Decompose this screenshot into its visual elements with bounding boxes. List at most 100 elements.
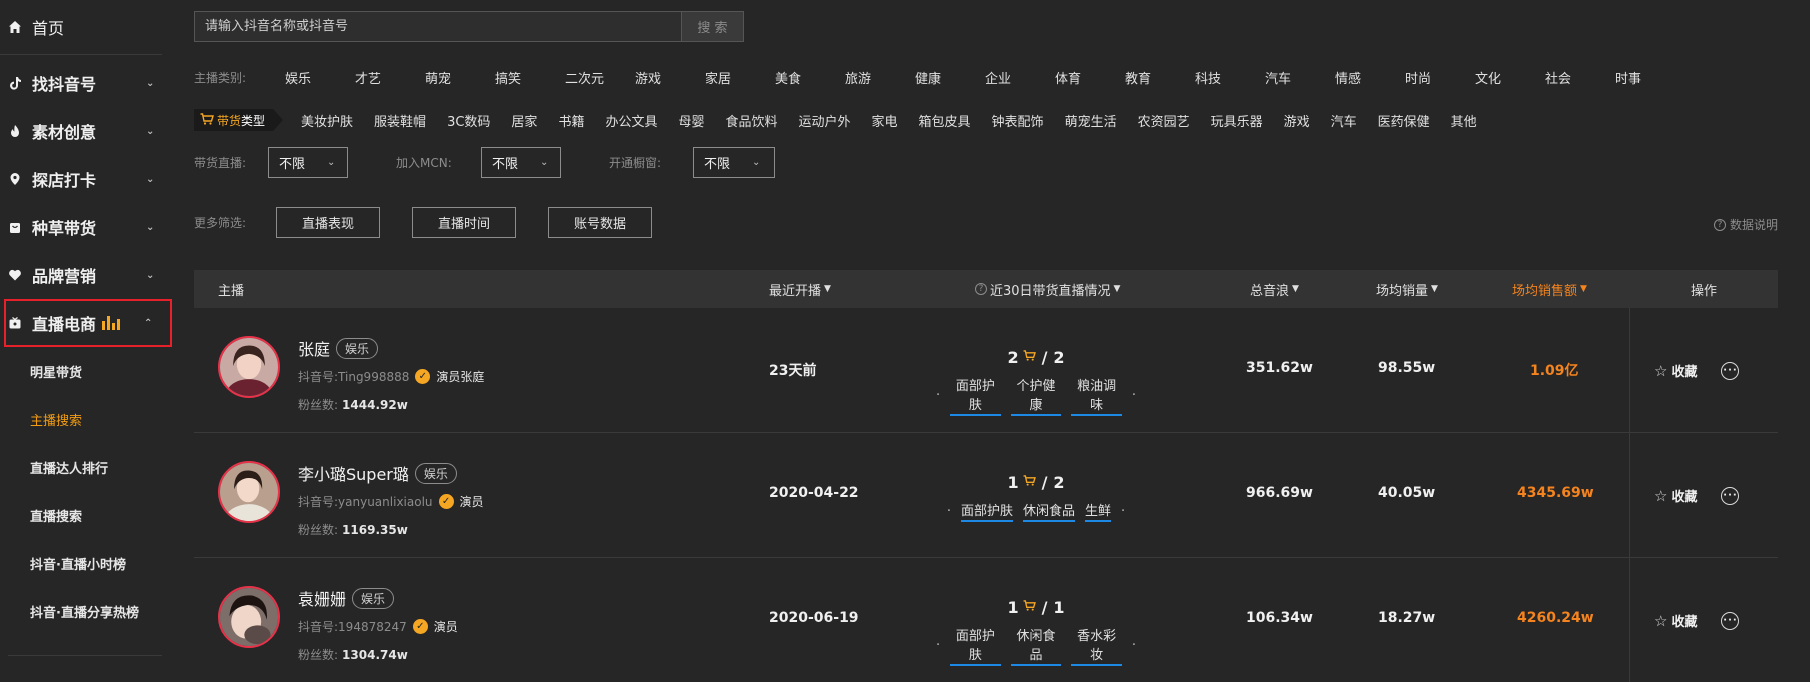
live-category-link[interactable]: 休闲食品 (1022, 500, 1075, 522)
avatar[interactable] (218, 336, 280, 398)
more-filter-button[interactable]: 直播表现 (276, 207, 380, 238)
mcn-select[interactable]: 不限 ⌄ (481, 147, 561, 178)
goods-type-option[interactable]: 美妆护肤 (301, 111, 353, 130)
col-avg-sales[interactable]: 场均销量 ▼ (1376, 280, 1438, 299)
verified-icon: ✓ (438, 494, 454, 509)
table-row[interactable]: 张庭 娱乐 抖音号:Ting998888 ✓ 演员张庭 粉丝数: 1444.92w 23天前 2… (194, 308, 1778, 433)
live-category-link[interactable]: 粮油调味 (1071, 375, 1122, 416)
live-goods-select[interactable]: 不限 ⌄ (268, 147, 348, 178)
live-category-link[interactable]: 休闲食品 (1010, 625, 1062, 666)
sidebar-sub-item[interactable]: 抖音·直播小时榜 (0, 539, 174, 587)
goods-type-option[interactable]: 农资园艺 (1138, 111, 1190, 130)
avatar[interactable] (218, 461, 280, 523)
nav-group-seeding[interactable]: 种草带货 ⌄ (0, 203, 174, 251)
more-options-icon[interactable]: ··· (1721, 486, 1740, 505)
live-category-link[interactable]: 面部护肤 (950, 375, 1001, 416)
avatar[interactable] (218, 586, 280, 648)
nav-group-label: 找抖音号 (32, 75, 97, 94)
live-category-link[interactable]: 面部护肤 (960, 500, 1013, 522)
anchor-category-option[interactable]: 萌宠 (425, 68, 495, 87)
favorite-button[interactable]: ☆ 收藏 (1654, 486, 1697, 506)
anchor-category-option[interactable]: 时事 (1615, 68, 1685, 87)
search-input[interactable] (194, 11, 682, 42)
col-live30[interactable]: ? 近30日带货直播情况 ▼ (975, 280, 1120, 299)
anchor-category-option[interactable]: 汽车 (1265, 68, 1335, 87)
chevron-down-icon: ⌄ (146, 126, 155, 137)
sidebar: 首页 找抖音号 ⌄ 素材创意 ⌄ 探店打卡 ⌄ 种草带货 ⌄ 品牌营销 ⌄ 直播… (0, 0, 174, 682)
goods-type-option[interactable]: 服装鞋帽 (374, 111, 426, 130)
anchor-category-option[interactable]: 社会 (1545, 68, 1615, 87)
anchor-name[interactable]: 张庭 (298, 336, 330, 360)
goods-type-option[interactable]: 玩具乐器 (1211, 111, 1263, 130)
goods-type-option[interactable]: 钟表配饰 (992, 111, 1044, 130)
col-total-sound[interactable]: 总音浪 ▼ (1250, 280, 1299, 299)
live-category-link[interactable]: 个护健康 (1010, 375, 1062, 416)
avg-amount: 4345.69w (1517, 485, 1594, 501)
window-select[interactable]: 不限 ⌄ (693, 147, 775, 178)
search-button[interactable]: 搜 索 (682, 11, 744, 42)
goods-type-option[interactable]: 办公文具 (605, 111, 657, 130)
live-separator: / (1041, 598, 1048, 617)
sidebar-sub-item-current[interactable]: 主播搜索 (0, 395, 174, 443)
more-options-icon[interactable]: ··· (1721, 361, 1740, 380)
nav-group-live-commerce[interactable]: 直播电商 ⌃ (4, 299, 172, 347)
live-30-days: 2/2 · 面部护肤 个护健康 粮油调味 · (936, 348, 1136, 416)
col-avg-amount[interactable]: 场均销售额 ▼ (1512, 280, 1587, 299)
anchor-category-option[interactable]: 娱乐 (285, 68, 355, 87)
anchor-category-option[interactable]: 时尚 (1405, 68, 1475, 87)
anchor-name[interactable]: 袁姗姗 (298, 586, 346, 610)
more-filter-button[interactable]: 直播时间 (412, 207, 516, 238)
goods-type-option[interactable]: 居家 (511, 111, 537, 130)
more-options-icon[interactable]: ··· (1721, 611, 1740, 630)
anchor-category-option[interactable]: 游戏 (635, 68, 705, 87)
sidebar-sub-item[interactable]: 明星带货 (0, 347, 174, 395)
goods-type-option[interactable]: 食品饮料 (725, 111, 777, 130)
goods-type-option[interactable]: 其他 (1451, 111, 1477, 130)
nav-home[interactable]: 首页 (0, 0, 162, 55)
live-category-link[interactable]: 香水彩妆 (1071, 625, 1122, 666)
table-row[interactable]: 李小璐Super璐 娱乐 抖音号:yanyuanlixiaolu ✓ 演员 粉丝数: 116… (194, 433, 1778, 558)
anchor-category-option[interactable]: 二次元 (565, 68, 635, 87)
goods-type-option[interactable]: 医药保健 (1378, 111, 1430, 130)
anchor-category-option[interactable]: 情感 (1335, 68, 1405, 87)
sidebar-sub-item[interactable]: 抖音·直播分享热榜 (0, 587, 174, 635)
goods-type-option[interactable]: 萌宠生活 (1065, 111, 1117, 130)
favorite-button[interactable]: ☆ 收藏 (1654, 611, 1697, 631)
nav-group-store-visit[interactable]: 探店打卡 ⌄ (0, 155, 174, 203)
nav-group-find-douyin[interactable]: 找抖音号 ⌄ (0, 59, 174, 107)
anchor-name[interactable]: 李小璐Super璐 (298, 461, 409, 485)
table-row[interactable]: 袁姗姗 娱乐 抖音号:194878247 ✓ 演员 粉丝数: 1304.74w 2020-06… (194, 558, 1778, 682)
favorite-button[interactable]: ☆ 收藏 (1654, 361, 1697, 381)
nav-group-creative[interactable]: 素材创意 ⌄ (0, 107, 174, 155)
goods-type-option[interactable]: 游戏 (1284, 111, 1310, 130)
anchor-category-option[interactable]: 搞笑 (495, 68, 565, 87)
goods-type-option[interactable]: 母婴 (678, 111, 704, 130)
goods-type-option[interactable]: 运动户外 (799, 111, 851, 130)
anchor-category-option[interactable]: 文化 (1475, 68, 1545, 87)
verify-label: 演员 (433, 620, 458, 634)
live-category-link[interactable]: 生鲜 (1085, 500, 1112, 522)
col-recent[interactable]: 最近开播 ▼ (769, 280, 831, 299)
data-note-link[interactable]: ? 数据说明 (1713, 216, 1778, 233)
more-filter-button[interactable]: 账号数据 (548, 207, 652, 238)
anchor-category-option[interactable]: 科技 (1195, 68, 1265, 87)
anchor-category-option[interactable]: 体育 (1055, 68, 1125, 87)
goods-type-option[interactable]: 家电 (872, 111, 898, 130)
sidebar-sub-item[interactable]: 直播达人排行 (0, 443, 174, 491)
anchor-category-option[interactable]: 美食 (775, 68, 845, 87)
anchor-category-option[interactable]: 企业 (985, 68, 1055, 87)
live-category-link[interactable]: 面部护肤 (950, 625, 1001, 666)
sidebar-sub-item[interactable]: 直播搜索 (0, 491, 174, 539)
goods-type-option[interactable]: 3C数码 (447, 111, 490, 130)
anchor-category-option[interactable]: 才艺 (355, 68, 425, 87)
goods-type-option[interactable]: 汽车 (1331, 111, 1357, 130)
anchor-category-filter: 主播类别: 娱乐 才艺 萌宠 搞笑 二次元 游戏 家居 美食 旅游 健康 企业 体育 教育 科技 汽车 情感时… (194, 68, 1685, 87)
anchor-category-option[interactable]: 教育 (1125, 68, 1195, 87)
goods-type-option[interactable]: 书籍 (558, 111, 584, 130)
goods-type-option[interactable]: 箱包皮具 (919, 111, 971, 130)
anchor-category-option[interactable]: 旅游 (845, 68, 915, 87)
anchor-category-option[interactable]: 家居 (705, 68, 775, 87)
bar-chart-icon (102, 316, 121, 330)
nav-group-brand[interactable]: 品牌营销 ⌄ (0, 251, 174, 299)
anchor-category-option[interactable]: 健康 (915, 68, 985, 87)
